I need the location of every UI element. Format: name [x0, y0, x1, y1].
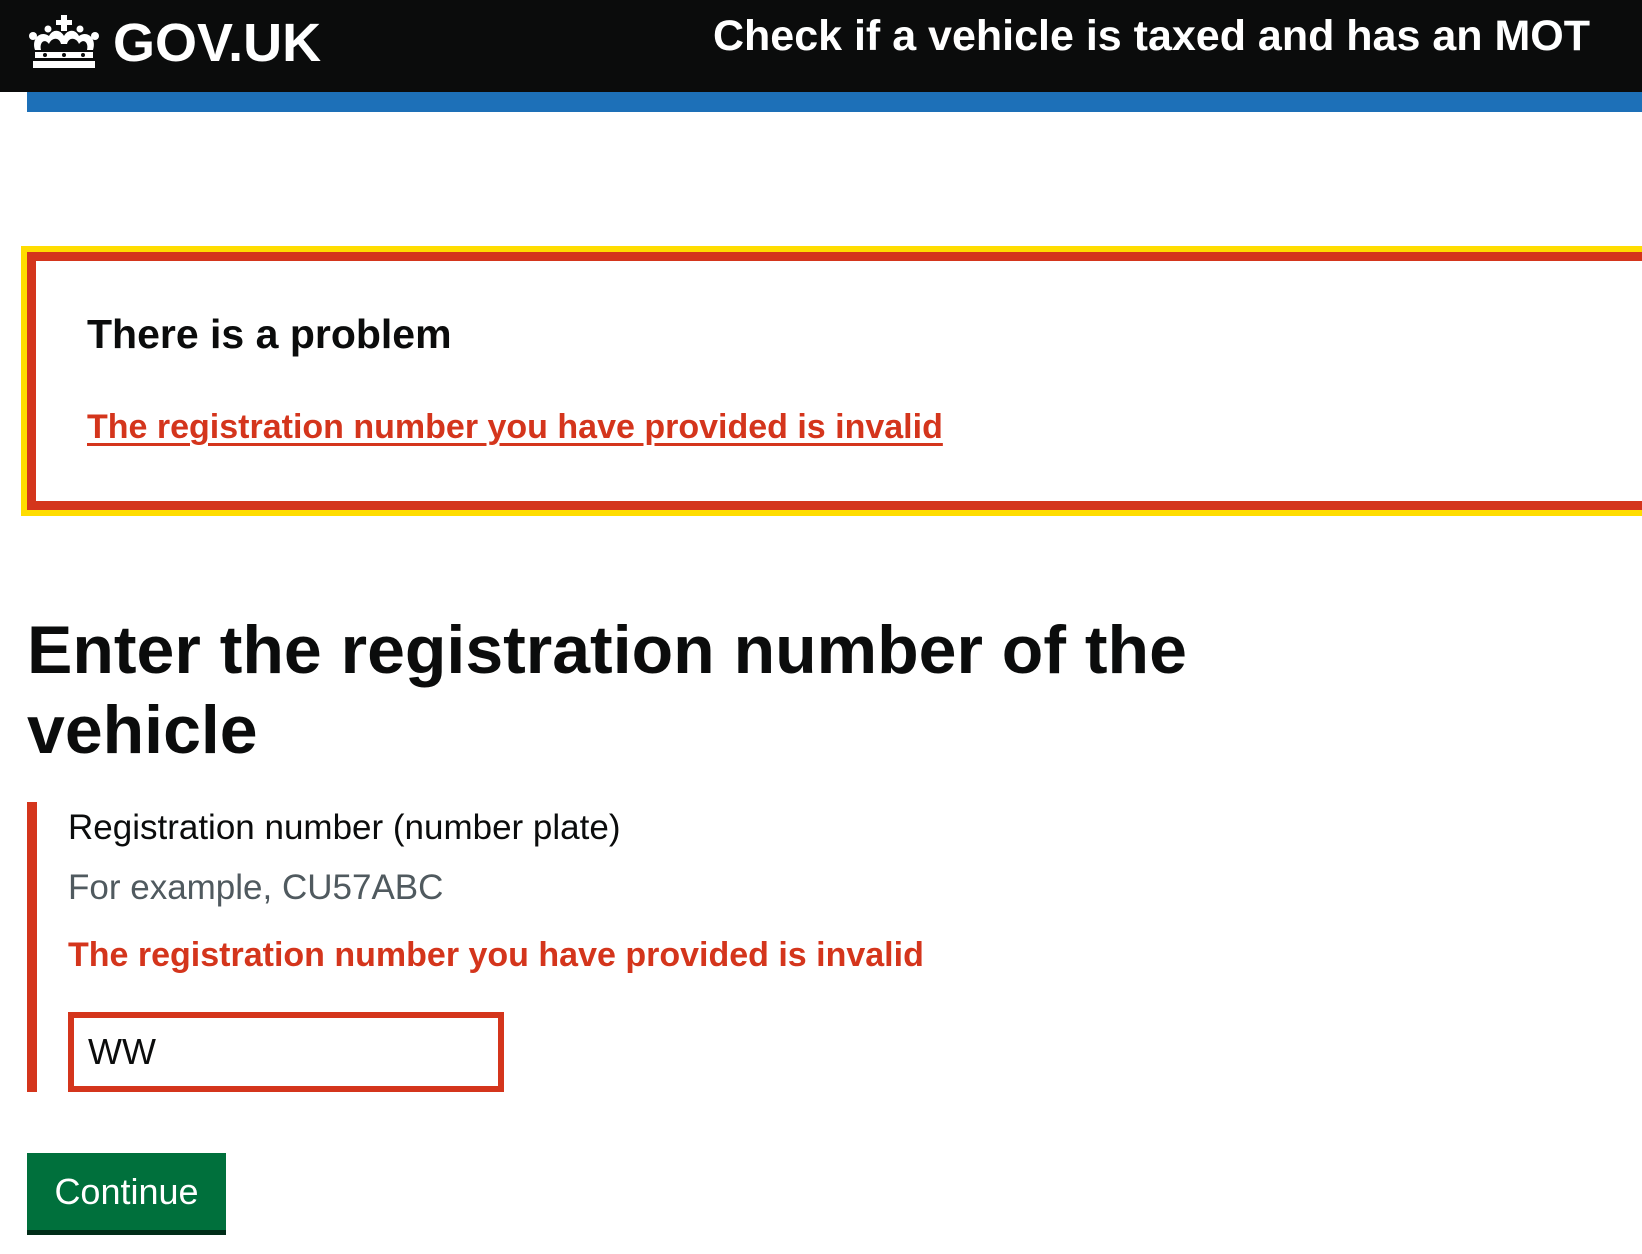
govuk-logo-link[interactable]: GOV.UK — [27, 8, 321, 78]
header-blue-bar — [27, 92, 1642, 112]
registration-hint: For example, CU57ABC — [68, 868, 444, 907]
registration-form-group: Registration number (number plate) For e… — [27, 802, 1037, 1092]
error-summary-border: There is a problem The registration numb… — [27, 252, 1642, 510]
logo-text: GOV.UK — [113, 13, 322, 73]
registration-label: Registration number (number plate) — [68, 808, 621, 847]
page-title: Enter the registration number of the veh… — [27, 612, 1187, 768]
crown-icon — [29, 15, 99, 68]
service-name-link[interactable]: Check if a vehicle is taxed and has an M… — [713, 12, 1590, 61]
registration-error-message: The registration number you have provide… — [68, 936, 924, 974]
error-summary: There is a problem The registration numb… — [21, 246, 1642, 516]
error-summary-title: There is a problem — [87, 311, 452, 357]
continue-button[interactable]: Continue — [27, 1153, 226, 1230]
site-header: GOV.UK Check if a vehicle is taxed and h… — [0, 0, 1642, 92]
registration-input[interactable] — [68, 1012, 504, 1092]
error-summary-link[interactable]: The registration number you have provide… — [87, 408, 943, 447]
